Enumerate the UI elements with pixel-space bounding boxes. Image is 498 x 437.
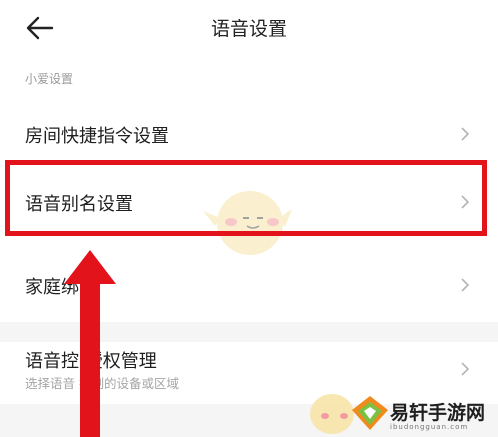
header-bar: 语音设置 bbox=[0, 0, 498, 56]
page-title: 语音设置 bbox=[210, 18, 287, 40]
watermark-subtext: ibudongguan.com bbox=[390, 423, 469, 431]
chevron-right-icon bbox=[461, 278, 470, 292]
red-up-arrow-icon bbox=[64, 250, 116, 437]
row-room-shortcut[interactable]: 房间快捷指令设置 bbox=[0, 98, 498, 166]
mascot-watermark-icon bbox=[203, 191, 292, 255]
row-voice-alias-label: 语音别名设置 bbox=[25, 194, 133, 215]
chevron-right-icon bbox=[461, 127, 470, 141]
row-room-shortcut-label: 房间快捷指令设置 bbox=[25, 126, 169, 147]
section-label: 小爱设置 bbox=[25, 72, 74, 86]
watermark-text: 易轩手游网 bbox=[390, 402, 486, 424]
chevron-right-icon bbox=[461, 362, 470, 376]
chevron-right-icon bbox=[461, 195, 470, 209]
